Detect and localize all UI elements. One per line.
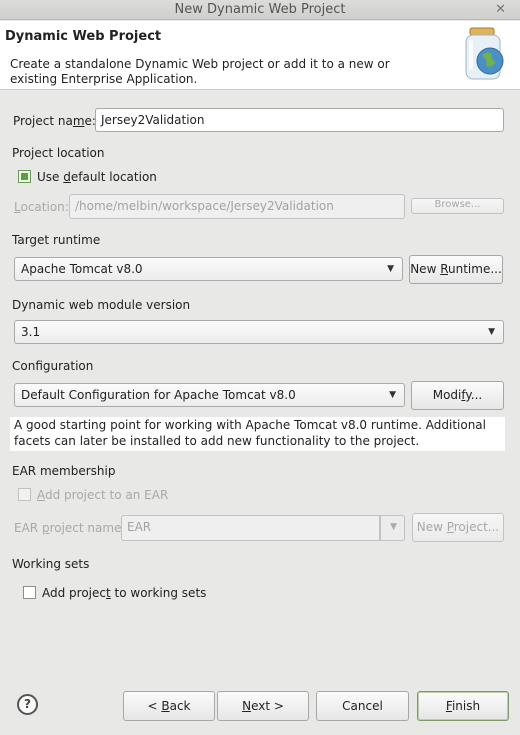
module-version-select[interactable]: 3.1 ▼ [14,320,504,344]
web-project-jar-icon [465,27,504,80]
chevron-down-icon: ▼ [390,522,397,532]
location-input[interactable]: /home/melbin/workspace/Jersey2Validation [69,194,405,219]
wizard-banner: Dynamic Web Project Create a standalone … [0,21,520,90]
add-to-working-sets-label: Add project to working sets [42,586,207,600]
configuration-value: Default Configuration for Apache Tomcat … [21,388,296,402]
help-icon[interactable]: ? [17,694,38,715]
browse-button[interactable]: Browse... [411,198,504,214]
page-title: Dynamic Web Project [5,29,162,44]
ear-project-name-input[interactable]: EAR [121,515,380,541]
add-to-working-sets-checkbox[interactable] [23,586,36,599]
back-button[interactable]: < Back [123,691,215,721]
window-title: New Dynamic Web Project [174,2,346,17]
location-label: Location: [14,200,69,214]
module-version-value: 3.1 [21,325,41,339]
module-version-heading: Dynamic web module version [12,298,191,312]
window-titlebar: New Dynamic Web Project ✕ [0,0,520,20]
page-description: Create a standalone Dynamic Web project … [10,57,390,86]
use-default-location-checkbox[interactable] [18,170,31,183]
project-location-heading: Project location [12,146,105,160]
close-icon[interactable]: ✕ [495,0,506,20]
finish-button[interactable]: Finish [417,691,509,721]
working-sets-heading: Working sets [12,557,90,571]
new-runtime-button[interactable]: New Runtime... [409,255,503,284]
configuration-heading: Configuration [12,359,94,373]
chevron-down-icon: ▼ [387,264,394,274]
ear-membership-heading: EAR membership [12,464,116,478]
project-name-label: Project name: [13,114,96,128]
next-button[interactable]: Next > [217,691,309,721]
ear-project-dropdown[interactable]: ▼ [380,515,405,541]
use-default-location-label: Use default location [37,170,157,184]
project-name-input[interactable]: Jersey2Validation [95,108,504,132]
configuration-info-text: A good starting point for working with A… [10,417,505,451]
new-ear-project-button[interactable]: New Project... [412,513,504,542]
ear-project-name-label: EAR project name: [14,521,126,535]
add-to-ear-label: Add project to an EAR [37,488,169,502]
configuration-select[interactable]: Default Configuration for Apache Tomcat … [14,383,405,407]
chevron-down-icon: ▼ [488,327,495,337]
target-runtime-value: Apache Tomcat v8.0 [21,262,143,276]
modify-button[interactable]: Modify... [411,381,504,410]
target-runtime-heading: Target runtime [12,233,101,247]
chevron-down-icon: ▼ [389,390,396,400]
cancel-button[interactable]: Cancel [316,691,409,721]
add-to-ear-checkbox[interactable] [18,488,31,501]
target-runtime-select[interactable]: Apache Tomcat v8.0 ▼ [14,257,403,281]
